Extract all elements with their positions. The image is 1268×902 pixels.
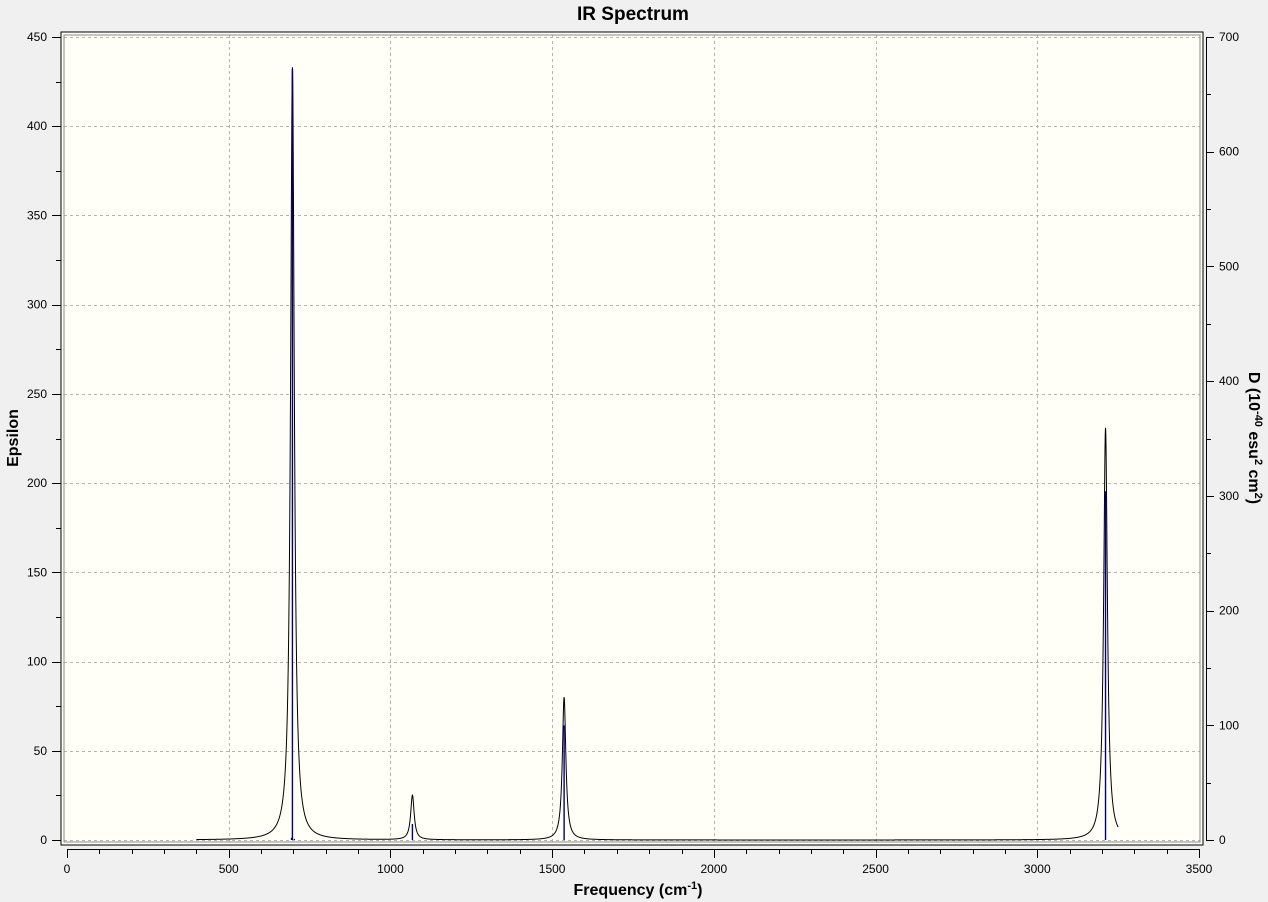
y-right-tick-label: 100: [1219, 718, 1239, 732]
y-left-tick-label: 400: [27, 119, 47, 133]
x-tick-label: 0: [64, 862, 71, 876]
y-left-tick-label: 250: [27, 387, 47, 401]
y-left-tick-label: 350: [27, 208, 47, 222]
ir-spectrum-chart: IR Spectrum 0 500 1000 1500 2000 2500 3000 3500…: [0, 0, 1268, 902]
y-right-tick-label: 200: [1219, 604, 1239, 618]
y-left-tick-label: 50: [34, 744, 48, 758]
y-right-tick-label: 0: [1219, 833, 1226, 847]
x-tick-label: 3000: [1024, 862, 1051, 876]
y-right-tick-label: 500: [1219, 259, 1239, 273]
y-right-tick-label: 300: [1219, 489, 1239, 503]
x-tick-label: 2500: [862, 862, 889, 876]
x-tick-label: 3500: [1186, 862, 1213, 876]
y-left-tick-label: 0: [40, 833, 47, 847]
x-tick-label: 1000: [377, 862, 404, 876]
y-left-tick-label: 200: [27, 476, 47, 490]
y-right-tick-label: 400: [1219, 374, 1239, 388]
y-left-tick-label: 300: [27, 298, 47, 312]
x-tick-label: 1500: [539, 862, 566, 876]
y-axis-left-title: Epsilon: [5, 409, 22, 467]
x-tick-label: 2000: [701, 862, 728, 876]
y-left-tick-label: 150: [27, 565, 47, 579]
y-left-tick-label: 100: [27, 655, 47, 669]
x-tick-label: 500: [219, 862, 239, 876]
x-axis-title: Frequency (cm-1): [574, 880, 703, 899]
chart-title: IR Spectrum: [577, 4, 689, 25]
y-right-tick-label: 700: [1219, 30, 1239, 44]
y-axis-right-title: D (10-40 esu2 cm2): [1245, 372, 1264, 504]
plot-area: [60, 31, 1204, 846]
y-right-tick-label: 600: [1219, 145, 1239, 159]
y-left-tick-label: 450: [27, 30, 47, 44]
